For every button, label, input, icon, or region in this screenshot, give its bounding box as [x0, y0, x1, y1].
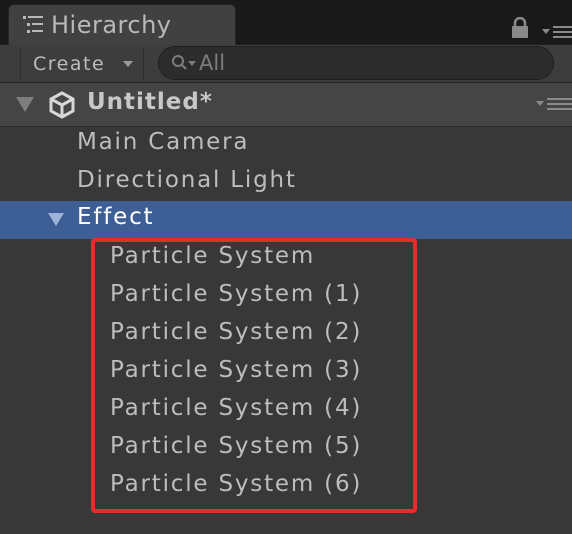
item-label: Effect: [77, 204, 155, 230]
toolbar: Create: [0, 45, 572, 83]
hierarchy-item-particle-system-2[interactable]: Particle System (2): [0, 316, 572, 354]
item-label: Directional Light: [77, 167, 297, 193]
scene-name: Untitled*: [87, 89, 213, 115]
hierarchy-item-particle-system-4[interactable]: Particle System (4): [0, 392, 572, 430]
hierarchy-item-main-camera[interactable]: Main Camera: [0, 126, 572, 164]
hierarchy-list-icon: [23, 16, 43, 33]
item-label: Particle System: [110, 243, 316, 269]
item-label: Particle System (6): [110, 471, 363, 497]
expand-arrow-icon[interactable]: [48, 213, 64, 226]
item-label: Particle System (4): [110, 395, 363, 421]
hierarchy-item-particle-system-3[interactable]: Particle System (3): [0, 354, 572, 392]
tab-label: Hierarchy: [51, 11, 172, 39]
tab-menu-icon[interactable]: [542, 24, 572, 40]
create-label: Create: [33, 53, 106, 75]
search-icon[interactable]: [171, 53, 201, 73]
hierarchy-item-effect[interactable]: Effect: [0, 201, 572, 239]
tab-bar: Hierarchy: [0, 0, 572, 45]
lock-icon[interactable]: [510, 17, 530, 39]
tab-hierarchy[interactable]: Hierarchy: [8, 4, 236, 45]
hierarchy-item-particle-system[interactable]: Particle System: [0, 240, 572, 278]
item-label: Particle System (2): [110, 319, 363, 345]
hierarchy-item-particle-system-5[interactable]: Particle System (5): [0, 430, 572, 468]
hierarchy-item-directional-light[interactable]: Directional Light: [0, 164, 572, 202]
item-label: Particle System (1): [110, 281, 363, 307]
search-input[interactable]: [199, 49, 529, 77]
item-label: Main Camera: [77, 129, 250, 155]
chevron-down-icon: [123, 61, 133, 67]
hierarchy-item-particle-system-6[interactable]: Particle System (6): [0, 468, 572, 506]
unity-logo-icon: [49, 91, 75, 119]
create-button[interactable]: Create: [20, 48, 144, 79]
scene-menu-icon[interactable]: [536, 97, 572, 111]
expand-arrow-icon[interactable]: [16, 97, 34, 112]
item-label: Particle System (3): [110, 357, 363, 383]
item-label: Particle System (5): [110, 433, 363, 459]
hierarchy-item-particle-system-1[interactable]: Particle System (1): [0, 278, 572, 316]
scene-header[interactable]: Untitled*: [0, 83, 572, 127]
hierarchy-window: Hierarchy Create All Untitled* Main Came…: [0, 0, 572, 534]
search-box[interactable]: [158, 46, 554, 80]
